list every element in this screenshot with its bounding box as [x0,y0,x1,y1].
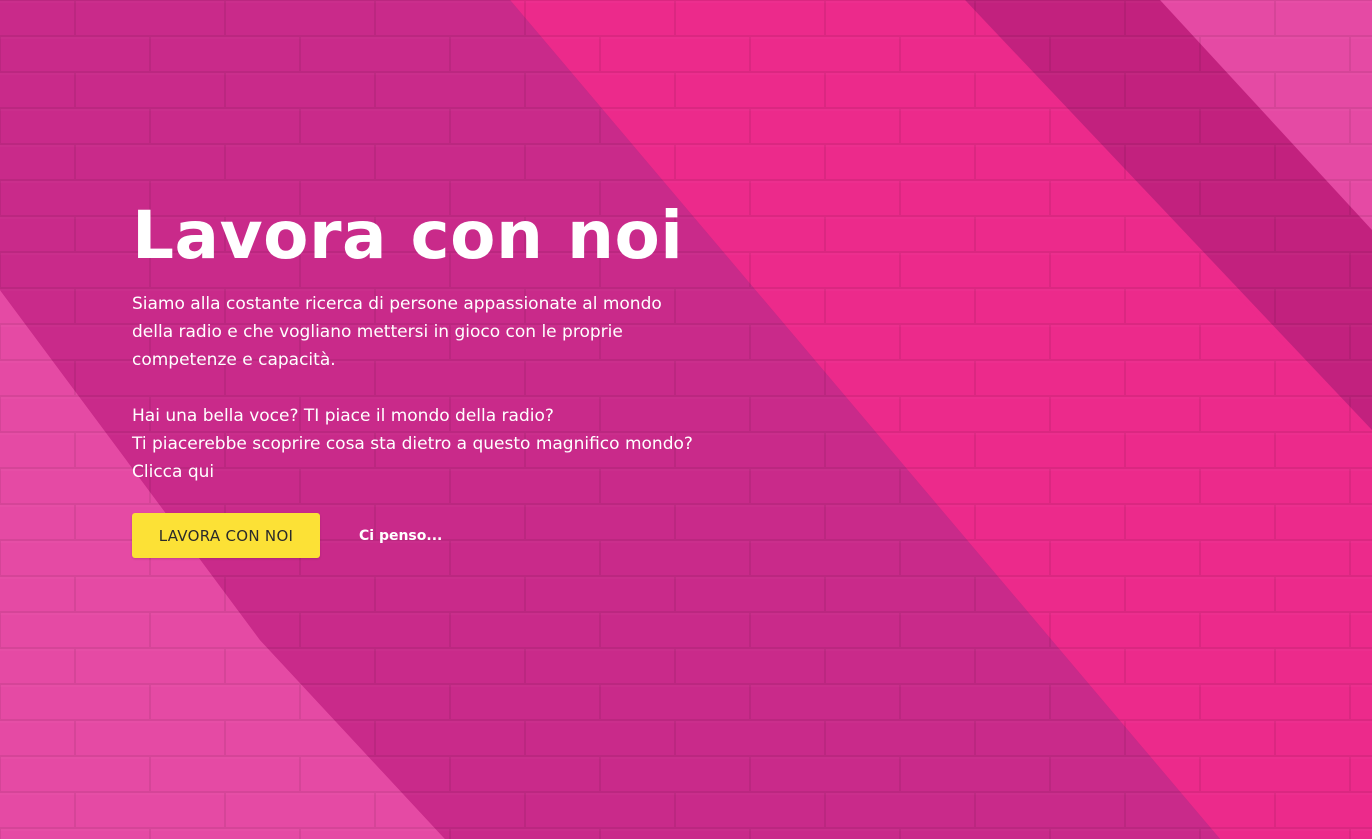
lavora-con-noi-button[interactable]: LAVORA CON NOI [132,513,320,558]
description-line: competenze e capacità. [132,350,336,370]
description-line: Siamo alla costante ricerca di persone a… [132,294,662,314]
description-line: della radio e che vogliano mettersi in g… [132,322,623,342]
question-line: Clicca qui [132,462,215,482]
hero-description: Siamo alla costante ricerca di persone a… [132,290,832,486]
hero-actions: LAVORA CON NOI Ci penso... [132,513,832,558]
question-line: Hai una bella voce? TI piace il mondo de… [132,406,554,426]
question-line: Ti piacerebbe scoprire cosa sta dietro a… [132,434,693,454]
hero-content: Lavora con noi Siamo alla costante ricer… [132,196,832,558]
page-title: Lavora con noi [132,197,684,274]
ci-penso-link[interactable]: Ci penso... [359,528,442,544]
